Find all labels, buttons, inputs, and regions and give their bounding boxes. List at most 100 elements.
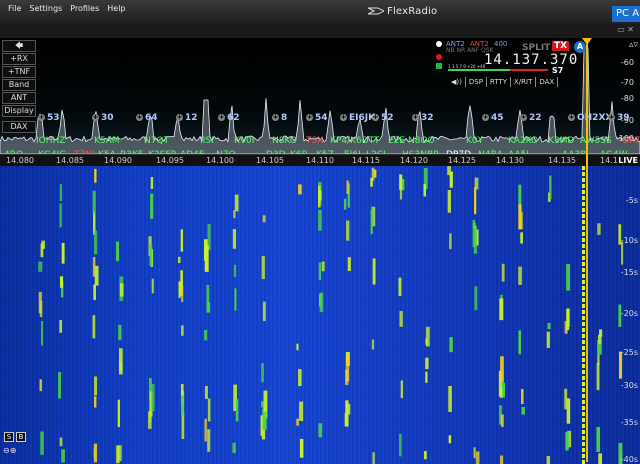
audio-button[interactable]: ◀)) bbox=[448, 77, 466, 87]
display-button[interactable]: Display bbox=[2, 105, 36, 117]
vfo-marker-flag-icon[interactable] bbox=[582, 38, 592, 45]
dx-spot[interactable]: K0Y bbox=[466, 136, 483, 146]
waterfall-signal bbox=[423, 184, 426, 197]
spot-signal-label[interactable]: + OH2XX bbox=[568, 113, 612, 123]
spot-signal-label[interactable]: +32 bbox=[412, 113, 434, 123]
spot-plus-icon: + bbox=[136, 113, 143, 121]
spot-signal-label[interactable]: +39 bbox=[608, 113, 630, 123]
waterfall-signal bbox=[582, 178, 585, 182]
frequency-tick-label: 14.080 bbox=[6, 156, 34, 165]
spot-signal-label[interactable]: +45 bbox=[482, 113, 504, 123]
waterfall-s-button[interactable]: S bbox=[4, 432, 14, 442]
dx-spot[interactable]: N8OO bbox=[408, 136, 435, 146]
waterfall-signal bbox=[566, 264, 571, 291]
waterfall-signal bbox=[520, 232, 523, 244]
waterfall-signal bbox=[40, 431, 44, 455]
waterfall-signal bbox=[582, 256, 585, 260]
waterfall-signal bbox=[117, 399, 120, 428]
panadapter-window-controls[interactable]: ▭ ✕ bbox=[617, 25, 634, 34]
add-rx-button[interactable]: +RX bbox=[2, 53, 36, 65]
dx-spot[interactable]: IISI bbox=[200, 136, 214, 146]
band-button[interactable]: Band bbox=[2, 79, 36, 91]
spot-signal-label[interactable]: +62 bbox=[218, 113, 240, 123]
vfo-marker[interactable] bbox=[586, 38, 588, 462]
waterfall-signal bbox=[321, 261, 325, 272]
waterfall-signal bbox=[346, 180, 349, 194]
dx-spot[interactable]: KP4/K6DTT bbox=[330, 136, 379, 146]
waterfall-signal bbox=[119, 283, 124, 297]
waterfall-signal bbox=[181, 286, 184, 302]
menu-settings[interactable]: Settings bbox=[29, 4, 62, 13]
waterfall-signal bbox=[582, 346, 585, 350]
spot-plus-icon: + bbox=[568, 113, 575, 121]
spot-plus-icon: + bbox=[340, 113, 347, 121]
add-tnf-button[interactable]: +TNF bbox=[2, 66, 36, 78]
spot-signal-label[interactable]: +64 bbox=[136, 113, 158, 123]
dsp-button[interactable]: DSP bbox=[465, 77, 487, 87]
spot-signal-label[interactable]: +30 bbox=[92, 113, 114, 123]
dx-spot[interactable]: OP7 bbox=[622, 136, 640, 146]
waterfall-signal bbox=[582, 376, 585, 380]
scale-zoom-icon[interactable]: ▵▿ bbox=[629, 40, 638, 50]
waterfall-signal bbox=[598, 453, 603, 464]
dx-spot[interactable]: E2E bbox=[388, 136, 405, 146]
dx-spot[interactable]: KA2KO bbox=[508, 136, 538, 146]
waterfall-signal bbox=[61, 449, 65, 463]
tx-button[interactable]: TX bbox=[552, 41, 570, 51]
spot-signal-text: 39 bbox=[617, 113, 630, 123]
play-icon[interactable] bbox=[436, 63, 442, 69]
waterfall-signal bbox=[118, 324, 122, 340]
spot-plus-icon: + bbox=[372, 113, 379, 121]
slice-lock-icon[interactable] bbox=[436, 41, 442, 47]
dx-spot[interactable]: N7QT bbox=[144, 136, 169, 146]
waterfall-time-label: -25s bbox=[620, 348, 638, 357]
panadapter[interactable]: 🡄 +RX +TNF Band ANT Display DAX ▵▿ -60 -… bbox=[0, 38, 640, 154]
frequency-tick-label: 14.135 bbox=[548, 156, 576, 165]
zoom-icons[interactable]: ⊖⊕ bbox=[3, 446, 16, 455]
dx-spot[interactable]: IOHHZ bbox=[36, 136, 65, 146]
spot-signal-label[interactable]: +8 bbox=[272, 113, 287, 123]
rtty-button[interactable]: RTTY bbox=[486, 77, 511, 87]
slice-button-row: ◀)) DSP RTTY X/RIT DAX bbox=[448, 77, 559, 87]
waterfall-signal bbox=[93, 443, 98, 463]
filter-bandwidth[interactable]: 400 bbox=[494, 40, 507, 48]
waterfall-b-button[interactable]: B bbox=[16, 432, 26, 442]
dx-spot[interactable]: AW5SS bbox=[580, 136, 612, 146]
waterfall-signal bbox=[94, 376, 98, 396]
waterfall[interactable]: -5s -10s -15s -20s -25s -30s -35s -40s S B ⊖⊕ bbox=[0, 166, 640, 464]
dx-spot[interactable]: T3X bbox=[306, 136, 323, 146]
waterfall-signal bbox=[547, 322, 551, 330]
waterfall-signal bbox=[449, 233, 452, 250]
dax-button[interactable]: DAX bbox=[2, 121, 36, 133]
menu-profiles[interactable]: Profiles bbox=[70, 4, 99, 13]
waterfall-signal bbox=[178, 256, 181, 264]
spot-signal-label[interactable]: + EI6JK bbox=[340, 113, 375, 123]
menu-help[interactable]: Help bbox=[107, 4, 125, 13]
dx-spot[interactable]: N8KO bbox=[272, 136, 297, 146]
dx-spot[interactable]: K3MD bbox=[548, 136, 574, 146]
frequency-axis[interactable]: 14.080 14.085 14.090 14.095 14.100 14.105 14.1… bbox=[0, 154, 640, 166]
collapse-arrow-icon[interactable]: 🡄 bbox=[2, 40, 36, 52]
waterfall-signal bbox=[518, 204, 522, 230]
ant-button[interactable]: ANT bbox=[2, 92, 36, 104]
xrit-button[interactable]: X/RIT bbox=[510, 77, 537, 87]
record-icon[interactable] bbox=[436, 54, 442, 60]
spot-plus-icon: + bbox=[176, 113, 183, 121]
dax-slice-button[interactable]: DAX bbox=[536, 77, 559, 87]
waterfall-signal bbox=[235, 398, 239, 422]
waterfall-signal bbox=[582, 286, 585, 290]
waterfall-signal bbox=[448, 385, 452, 413]
dx-spot[interactable]: K5AM bbox=[94, 136, 120, 146]
spot-signal-label[interactable]: +52 bbox=[372, 113, 394, 123]
pc-audio-button[interactable]: PC A bbox=[612, 6, 640, 22]
spot-signal-text: 30 bbox=[101, 113, 114, 123]
spot-signal-label[interactable]: +54 bbox=[306, 113, 328, 123]
waterfall-signal bbox=[207, 398, 211, 422]
slice-a-panel[interactable]: ANT2 ANT2 400 NB NR ANF QSK SPLIT TX A 1… bbox=[432, 40, 590, 90]
spot-signal-label[interactable]: +12 bbox=[176, 113, 198, 123]
waterfall-signal bbox=[59, 184, 62, 202]
spot-signal-label[interactable]: +22 bbox=[520, 113, 542, 123]
spot-signal-label[interactable]: +53 bbox=[38, 113, 60, 123]
dx-spot[interactable]: KV0I bbox=[234, 136, 254, 146]
menu-file[interactable]: File bbox=[8, 4, 21, 13]
